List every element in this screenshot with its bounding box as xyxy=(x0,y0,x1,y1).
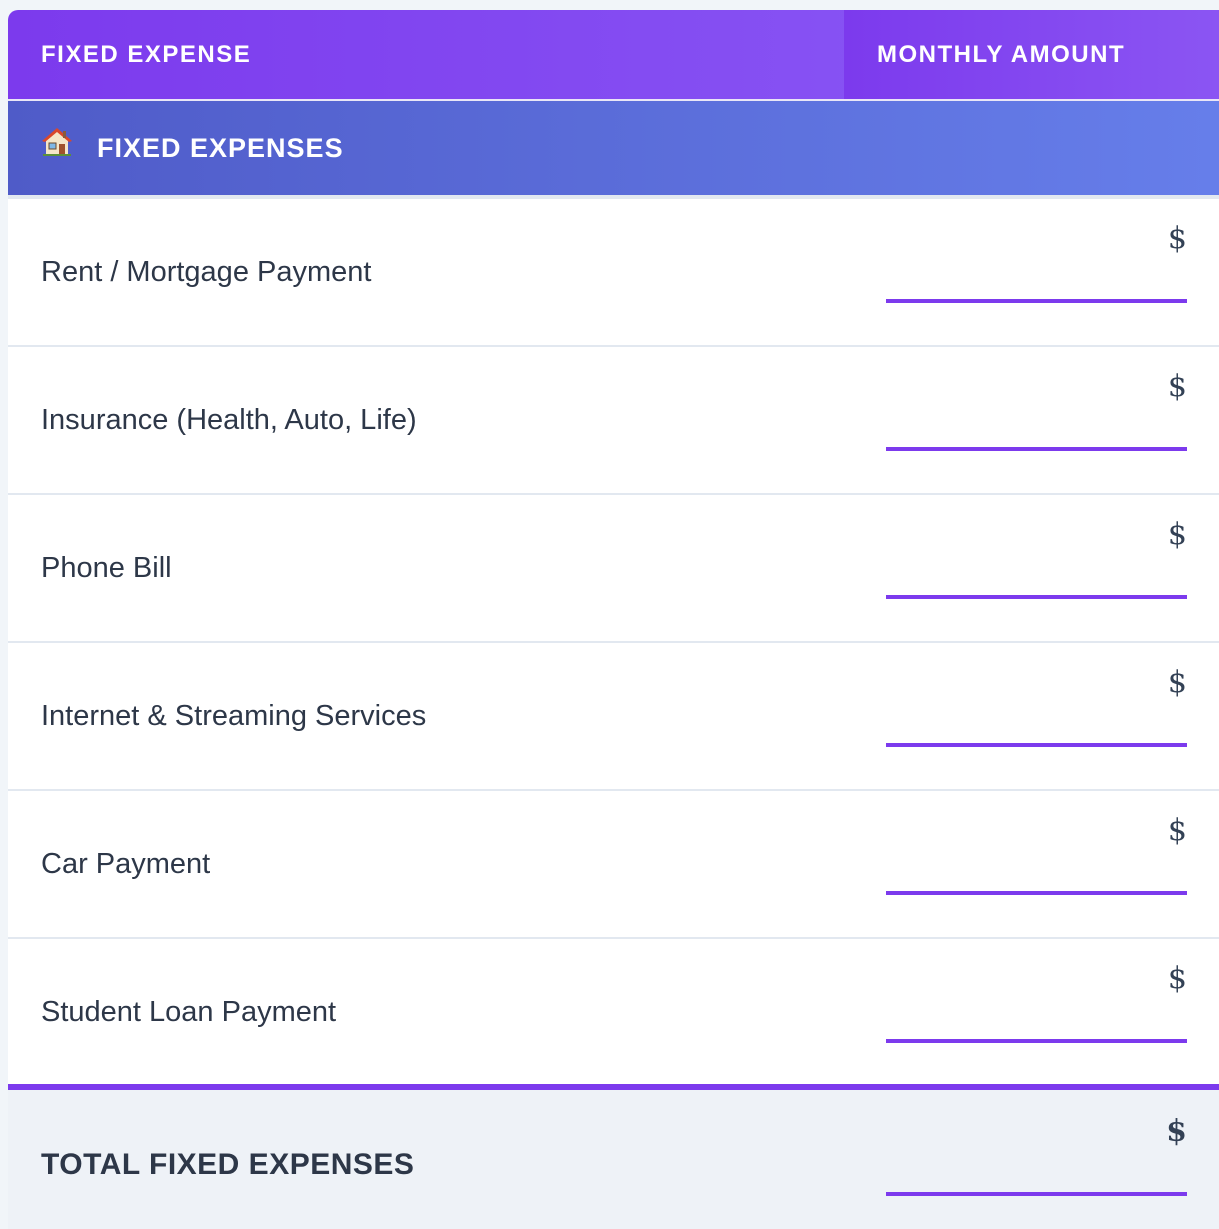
table-row: Student Loan Payment $ xyxy=(8,939,1219,1087)
expense-label: Rent / Mortgage Payment xyxy=(41,255,372,288)
amount-input[interactable] xyxy=(886,743,1187,747)
expense-label: Car Payment xyxy=(41,847,211,880)
expense-rows: Rent / Mortgage Payment $ Insurance (Healt… xyxy=(8,199,1219,1087)
expense-label: Student Loan Payment xyxy=(41,995,337,1028)
currency-symbol: $ xyxy=(1167,813,1187,848)
section-title: FIXED EXPENSES xyxy=(97,132,344,163)
expense-label: Insurance (Health, Auto, Life) xyxy=(41,403,417,436)
fixed-expenses-table: FIXED EXPENSE MONTHLY AMOUNT FIXED EXPEN… xyxy=(8,10,1219,1229)
amount-input[interactable] xyxy=(886,1039,1187,1043)
amount-input[interactable] xyxy=(886,447,1187,451)
amount-input[interactable] xyxy=(886,595,1187,599)
currency-symbol: $ xyxy=(1167,221,1187,256)
amount-cell: $ xyxy=(886,199,1187,345)
table-row: Car Payment $ xyxy=(8,791,1219,939)
column-header-amount: MONTHLY AMOUNT xyxy=(844,10,1219,99)
amount-cell: $ xyxy=(886,495,1187,641)
table-row: Internet & Streaming Services $ xyxy=(8,643,1219,791)
column-header-expense: FIXED EXPENSE xyxy=(41,40,252,68)
currency-symbol: $ xyxy=(1167,961,1187,996)
table-header: FIXED EXPENSE MONTHLY AMOUNT xyxy=(8,10,1219,101)
total-currency-symbol: $ xyxy=(1166,1114,1187,1149)
total-row: TOTAL FIXED EXPENSES $ xyxy=(8,1084,1219,1229)
amount-cell: $ xyxy=(886,939,1187,1085)
total-label: TOTAL FIXED EXPENSES xyxy=(41,1148,415,1181)
table-row: Insurance (Health, Auto, Life) $ xyxy=(8,347,1219,495)
amount-input[interactable] xyxy=(886,299,1187,303)
amount-cell: $ xyxy=(886,791,1187,937)
amount-cell: $ xyxy=(886,347,1187,493)
total-amount-cell: $ xyxy=(886,1090,1187,1229)
total-amount-input[interactable] xyxy=(886,1192,1187,1196)
currency-symbol: $ xyxy=(1167,369,1187,404)
currency-symbol: $ xyxy=(1167,665,1187,700)
expense-label: Internet & Streaming Services xyxy=(41,699,427,732)
house-icon xyxy=(41,126,73,158)
table-row: Rent / Mortgage Payment $ xyxy=(8,199,1219,347)
expense-label: Phone Bill xyxy=(41,551,172,584)
table-row: Phone Bill $ xyxy=(8,495,1219,643)
amount-input[interactable] xyxy=(886,891,1187,895)
section-header-fixed-expenses: FIXED EXPENSES xyxy=(8,101,1219,199)
currency-symbol: $ xyxy=(1167,517,1187,552)
amount-cell: $ xyxy=(886,643,1187,789)
